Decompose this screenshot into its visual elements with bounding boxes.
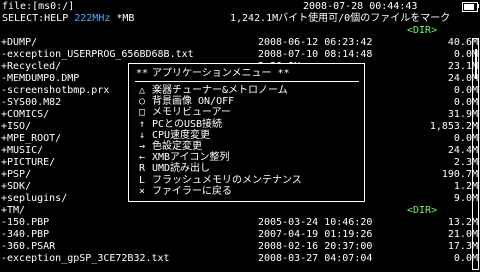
file-size: <DIR> (407, 205, 438, 216)
menu-title-icon: ** (135, 68, 149, 79)
menu-item-label: 背景画像 ON/OFF (152, 96, 235, 108)
menu-item[interactable]: R UMD読み出し (135, 163, 210, 175)
button-icon: → (138, 141, 146, 152)
menu-item-label: 楽器チューナー&メトロノーム (152, 85, 288, 96)
file-row[interactable]: -150.PBP 2005-03-24 10:46:20 13.2M (0, 217, 480, 229)
menu-item-label: フラッシュメモリのメンテナンス (152, 174, 302, 186)
file-row[interactable]: -exception_USERPROG_656BD68B.txt 2008-07-… (0, 49, 480, 61)
button-icon: R (138, 163, 146, 175)
file-name: -SYS00.M82 (1, 97, 62, 108)
menu-item-label: PCとのUSB接続 (152, 118, 223, 130)
menu-title: ** アプリケーションメニュー ** (135, 68, 290, 80)
button-icon: ↑ (138, 118, 146, 130)
file-date: 2005-03-24 10:46:20 (258, 217, 373, 228)
file-row[interactable]: -360.PSAR 2008-02-16 20:37:00 17.3M (0, 241, 480, 253)
file-name: +seplugins/ (1, 193, 68, 204)
cpu-clock: 222MHz (74, 13, 111, 24)
file-date: 2008-06-12 06:23:42 (258, 37, 373, 48)
file-name: +SDK/ (1, 181, 32, 192)
help-line: SELECT:HELP 222MHz *MB (2, 13, 134, 25)
button-icon: △ (138, 85, 146, 96)
file-name: +Recycled/ (1, 61, 62, 72)
menu-item-label: ファイラーに戻る (152, 185, 232, 197)
menu-item[interactable]: □ メモリビューアー (135, 107, 231, 119)
storage-summary: 1,242.1Mバイト使用可/0個のファイルをマーク (230, 13, 451, 24)
file-row[interactable]: +TM/ <DIR> (0, 205, 480, 217)
menu-item-label: CPU速度変更 (152, 129, 211, 141)
menu-item[interactable]: × ファイラーに戻る (135, 186, 232, 198)
button-icon: □ (138, 107, 146, 119)
file-row[interactable]: -exception_gpSP_3CE72B32.txt 2008-03-27 0… (0, 253, 480, 265)
file-name: +TM/ (1, 205, 26, 216)
button-icon: L (138, 174, 146, 186)
header-bar: file:[ms0:/] 2008-07-28 00:44:43 SELECT:… (0, 0, 480, 36)
file-date: 2008-02-16 20:37:00 (258, 241, 373, 252)
button-icon: ○ (138, 96, 146, 108)
help-hint: SELECT:HELP (2, 13, 75, 24)
menu-item[interactable]: ↑ PCとのUSB接続 (135, 119, 222, 131)
file-name: -150.PBP (1, 217, 50, 228)
button-icon: ↓ (138, 129, 146, 141)
file-row[interactable]: -340.PBP 2007-04-19 01:19:26 21.0M (0, 229, 480, 241)
scrollbar[interactable] (472, 38, 479, 270)
menu-item-label: UMD読み出し (152, 163, 211, 175)
file-name: +ISO/ (1, 121, 32, 132)
file-name: +PSP/ (1, 169, 32, 180)
file-name: +MUSIC/ (1, 145, 44, 156)
menu-item[interactable]: ↓ CPU速度変更 (135, 130, 210, 142)
file-name: +PICTURE/ (1, 157, 56, 168)
file-size: 1,853.2M (429, 121, 478, 132)
file-name: -360.PSAR (1, 241, 56, 252)
file-name: -screenshotbmp.prx (1, 85, 110, 96)
application-menu: ** アプリケーションメニュー ** △ 楽器チューナー&メトロノーム ○ 背景画像 O… (128, 63, 365, 202)
parent-dir-tag: <DIR> (407, 25, 438, 36)
menu-title-text: アプリケーションメニュー ** (152, 68, 290, 79)
menu-divider (135, 81, 359, 82)
button-icon: ← (138, 152, 146, 164)
file-name: -340.PBP (1, 229, 50, 240)
menu-item-label: XMBアイコン整列 (152, 152, 230, 164)
file-name: +DUMP/ (1, 37, 38, 48)
file-date: 2008-07-10 08:14:48 (258, 49, 373, 60)
menu-item-label: メモリビューアー (152, 107, 231, 119)
file-row[interactable]: +DUMP/2008-06-12 06:23:42 40.6M (0, 37, 480, 49)
battery-tip (477, 4, 479, 8)
button-icon: × (138, 185, 146, 197)
current-path: file:[ms0:/] (2, 1, 75, 12)
battery-icon (462, 2, 478, 12)
file-date: 2007-04-19 01:19:26 (258, 229, 373, 240)
battery-level (464, 4, 474, 10)
file-name: -exception_USERPROG_656BD68B.txt (1, 49, 194, 60)
file-name: +MPE_ROOT/ (1, 133, 62, 144)
file-date: 2008-03-27 04:07:04 (258, 253, 373, 264)
file-name: -exception_gpSP_3CE72B32.txt (1, 253, 170, 264)
date-time: 2008-07-28 00:44:43 (303, 1, 418, 12)
menu-item-label: 色設定変更 (152, 141, 202, 152)
scrollbar-thumb[interactable] (475, 49, 477, 79)
menu-item[interactable]: L フラッシュメモリのメンテナンス (135, 175, 302, 187)
screen: file:[ms0:/] 2008-07-28 00:44:43 SELECT:… (0, 0, 480, 272)
file-name: +COMICS/ (1, 109, 50, 120)
file-name: -MEMDUMP0.DMP (1, 73, 80, 84)
xmb-indicator: *MB (110, 13, 135, 24)
